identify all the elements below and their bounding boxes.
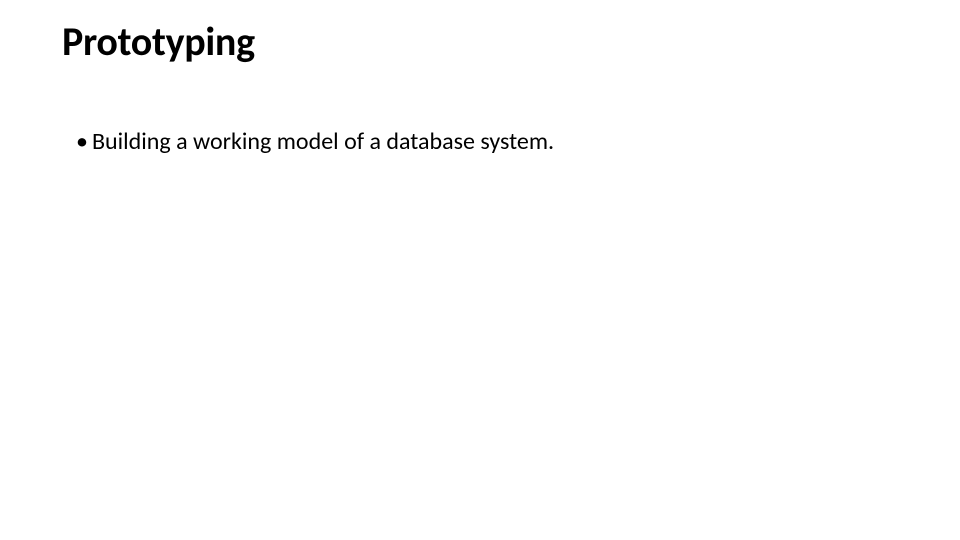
slide-container: Prototyping Building a working model of … <box>0 0 960 540</box>
slide-title: Prototyping <box>62 20 898 64</box>
bullet-list: Building a working model of a database s… <box>62 126 898 157</box>
list-item: Building a working model of a database s… <box>76 126 898 157</box>
